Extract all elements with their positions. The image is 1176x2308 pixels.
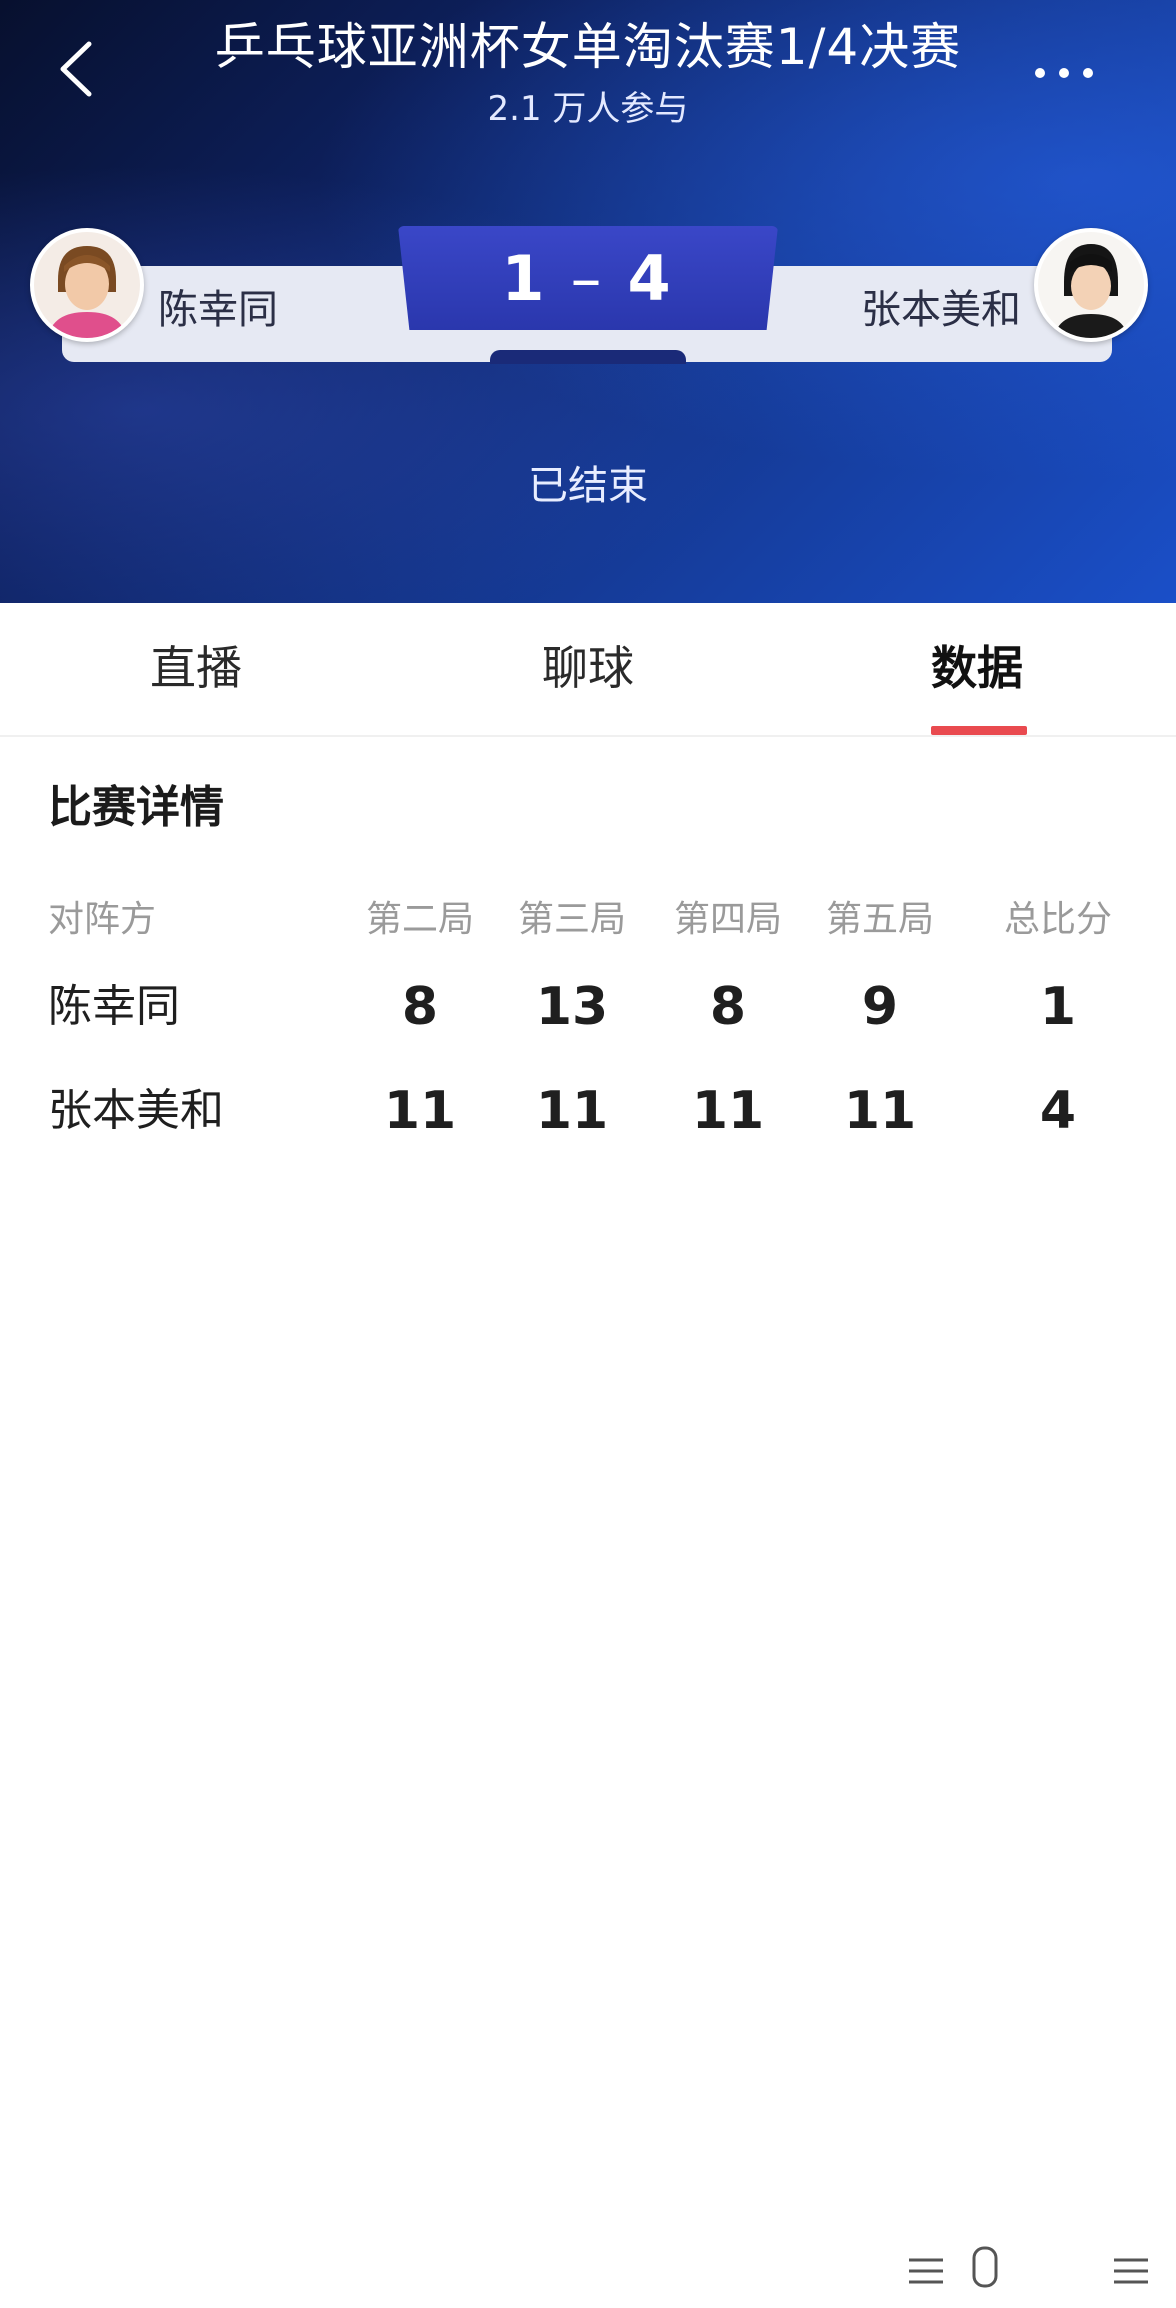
table-header: 对阵方 第二局 第三局 第四局 第五局 总比分 (0, 895, 1176, 945)
score-bar-notch (490, 350, 686, 364)
game-score-cell: 9 (861, 977, 899, 1037)
column-header: 总比分 (1003, 899, 1112, 940)
column-header: 第五局 (825, 899, 934, 940)
menu-button[interactable] (905, 2252, 947, 2290)
table-row: 陈幸同 8 13 8 9 1 (0, 974, 1176, 1040)
column-header: 对阵方 (48, 899, 157, 940)
page-title: 乒乓球亚洲杯女单淘汰赛1/4决赛 (214, 18, 962, 76)
game-score-cell: 8 (709, 977, 747, 1037)
player-photo-icon (1038, 232, 1144, 338)
home-pill-icon (972, 2246, 998, 2288)
game-score-cell: 11 (691, 1081, 765, 1141)
game-score-cell: 11 (383, 1081, 457, 1141)
total-score-cell: 1 (1039, 977, 1077, 1037)
tab-chat[interactable]: 聊球 (542, 637, 634, 699)
game-score-cell: 11 (843, 1081, 917, 1141)
participant-count: 2.1 万人参与 (487, 89, 689, 129)
tab-bar: 直播 聊球 数据 (0, 603, 1176, 737)
match-header: 乒乓球亚洲杯女单淘汰赛1/4决赛 2.1 万人参与 陈幸同 1 – 4 张本美和 (0, 0, 1176, 603)
match-status: 已结束 (528, 463, 648, 509)
table-row: 张本美和 11 11 11 11 4 (0, 1078, 1176, 1144)
back-nav-button[interactable] (1110, 2252, 1152, 2290)
player-left-avatar[interactable] (30, 228, 144, 342)
player-right-name: 张本美和 (861, 287, 1021, 333)
menu-lines-icon (909, 2258, 943, 2284)
score-display: 1 – 4 (398, 226, 778, 330)
active-tab-indicator (931, 726, 1027, 735)
home-button[interactable] (970, 2246, 1000, 2288)
tab-live[interactable]: 直播 (150, 637, 242, 699)
player-photo-icon (34, 232, 140, 338)
player-name-cell: 陈幸同 (48, 981, 180, 1032)
score-right: 4 (627, 241, 675, 315)
section-title: 比赛详情 (48, 782, 224, 833)
column-header: 第四局 (673, 899, 782, 940)
menu-lines-icon (1114, 2258, 1148, 2284)
total-score-cell: 4 (1039, 1081, 1077, 1141)
game-score-cell: 8 (401, 977, 439, 1037)
tab-data[interactable]: 数据 (931, 637, 1023, 699)
score-left: 1 (501, 241, 549, 315)
player-right-avatar[interactable] (1034, 228, 1148, 342)
game-score-cell: 11 (535, 1081, 609, 1141)
system-nav-bar (0, 2226, 1176, 2308)
more-dots-icon (1035, 68, 1093, 78)
column-header: 第三局 (517, 899, 626, 940)
player-name-cell: 张本美和 (48, 1085, 224, 1136)
score-separator: – (570, 241, 606, 315)
column-header: 第二局 (365, 899, 474, 940)
player-left-name: 陈幸同 (158, 287, 278, 333)
game-score-cell: 13 (535, 977, 609, 1037)
more-button[interactable] (1032, 58, 1096, 88)
